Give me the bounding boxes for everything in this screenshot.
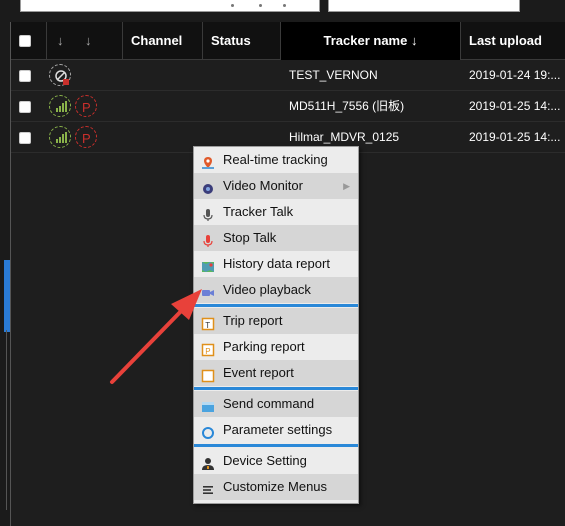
annotation-arrow [110, 289, 202, 384]
